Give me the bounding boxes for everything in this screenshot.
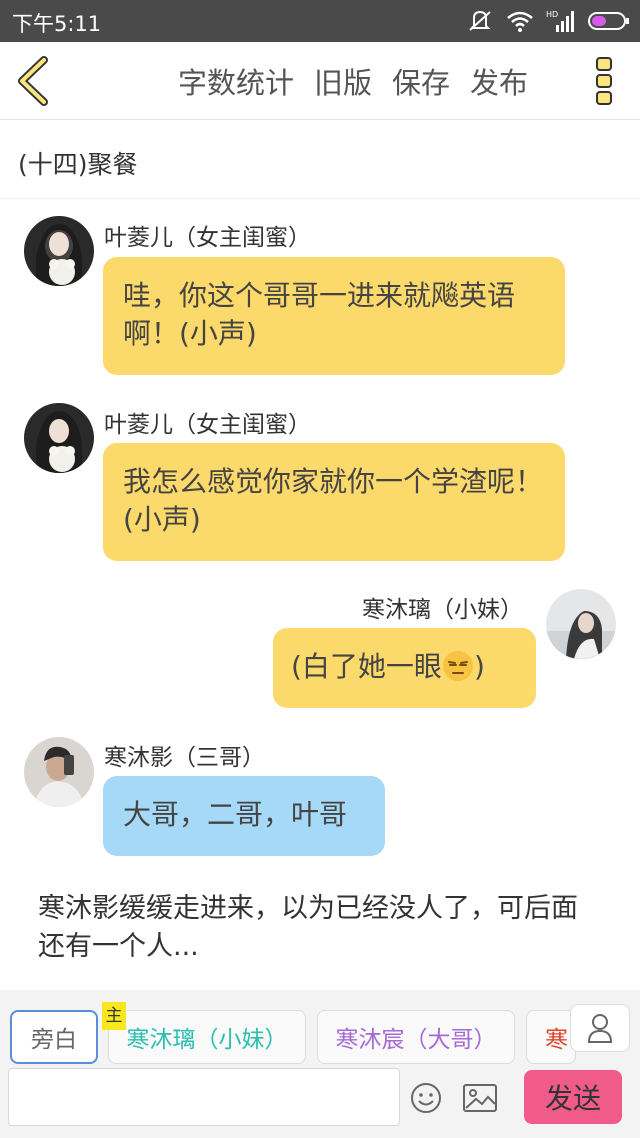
message-text: (白了她一眼 (291, 650, 442, 683)
emoji-button[interactable] (410, 1082, 442, 1114)
old-version-button[interactable]: 旧版 (314, 60, 372, 102)
character-chip-narration[interactable]: 旁白 (10, 1010, 98, 1064)
message-bubble[interactable]: 我怎么感觉你家就你一个学渣呢！(小声) (103, 443, 565, 561)
speaker-name: 寒沐璃（小妹） (362, 597, 523, 623)
message-input[interactable] (8, 1068, 400, 1126)
main-character-badge: 主 (102, 1002, 126, 1030)
word-count-button[interactable]: 字数统计 (178, 60, 294, 102)
message-bubble[interactable]: (白了她一眼) (273, 628, 536, 708)
image-icon (463, 1084, 497, 1112)
unamused-face-emoji (442, 650, 474, 682)
top-toolbar: 字数统计 旧版 保存 发布 (0, 42, 640, 120)
composer-panel: 旁白 寒沐璃（小妹） 主 寒沐宸（大哥） 寒 发送 (0, 990, 640, 1138)
toolbar-actions: 字数统计 旧版 保存 发布 (178, 60, 528, 102)
send-button[interactable]: 发送 (524, 1070, 622, 1124)
smiley-icon (411, 1083, 441, 1113)
narration-text[interactable]: 寒沐影缓缓走进来，以为已经没人了，可后面还有一个人... (38, 890, 598, 966)
more-menu-button[interactable] (594, 56, 616, 106)
person-icon (587, 1014, 613, 1043)
message-bubble[interactable]: 大哥，二哥，叶哥 (103, 776, 385, 856)
avatar[interactable] (546, 589, 616, 659)
status-time: 下午5:11 (12, 12, 102, 36)
speaker-name: 寒沐影（三哥） (104, 745, 265, 771)
add-character-button[interactable] (570, 1004, 630, 1052)
back-button[interactable] (14, 56, 54, 106)
signal-icon: HD (546, 9, 576, 33)
svg-text:HD: HD (546, 10, 558, 19)
status-bar: 下午5:11 HD (0, 0, 640, 42)
mute-icon (466, 8, 494, 34)
message-text: ) (473, 650, 485, 683)
avatar[interactable] (24, 403, 94, 473)
speaker-name: 叶菱儿（女主闺蜜） (104, 225, 311, 251)
battery-icon (588, 10, 630, 32)
chapter-title[interactable]: (十四)聚餐 (0, 121, 640, 199)
publish-button[interactable]: 发布 (470, 60, 528, 102)
character-chip-hanmuchen[interactable]: 寒沐宸（大哥） (317, 1010, 515, 1064)
save-button[interactable]: 保存 (392, 60, 450, 102)
more-vertical-icon (596, 57, 612, 105)
character-chip-hanmuli[interactable]: 寒沐璃（小妹） (108, 1010, 306, 1064)
speaker-name: 叶菱儿（女主闺蜜） (104, 412, 311, 438)
message-bubble[interactable]: 哇，你这个哥哥一进来就飚英语啊！(小声) (103, 257, 565, 375)
image-button[interactable] (462, 1082, 498, 1114)
avatar[interactable] (24, 737, 94, 807)
character-chip-partial[interactable]: 寒 (526, 1010, 576, 1064)
avatar[interactable] (24, 216, 94, 286)
wifi-icon (506, 10, 534, 32)
status-icons: HD (466, 8, 630, 34)
chevron-left-icon (18, 56, 48, 106)
